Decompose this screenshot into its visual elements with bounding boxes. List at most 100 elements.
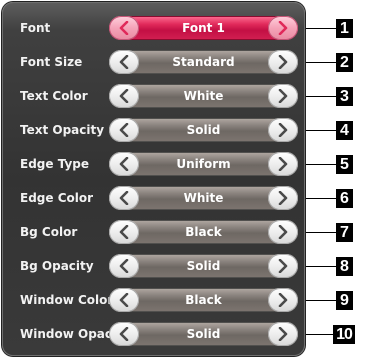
chevron-right-icon	[278, 55, 288, 69]
previous-option-button[interactable]	[109, 288, 139, 312]
callout-leader-line	[306, 334, 336, 335]
callout-number: 5	[336, 155, 353, 174]
chevron-left-icon	[119, 225, 129, 239]
setting-row-bg-opacity: Bg Opacity Solid	[2, 249, 305, 283]
chevron-left-icon	[119, 55, 129, 69]
callout-leader-line	[306, 96, 336, 97]
chevron-left-icon	[119, 123, 129, 137]
chevron-right-icon	[278, 157, 288, 171]
previous-option-button[interactable]	[109, 16, 139, 40]
chevron-left-icon	[119, 327, 129, 341]
setting-row-text-color: Text Color White	[2, 79, 305, 113]
setting-row-edge-color: Edge Color White	[2, 181, 305, 215]
callout-leader-line	[306, 300, 336, 301]
previous-option-button[interactable]	[109, 50, 139, 74]
previous-option-button[interactable]	[109, 322, 139, 346]
setting-label: Edge Color	[20, 191, 94, 205]
callout-leader-line	[306, 62, 336, 63]
chevron-right-icon	[278, 89, 288, 103]
callout-leader-line	[306, 232, 336, 233]
previous-option-button[interactable]	[109, 220, 139, 244]
callout-number: 7	[336, 223, 353, 242]
next-option-button[interactable]	[268, 152, 298, 176]
chevron-right-icon	[278, 21, 288, 35]
window-opacity-selector[interactable]: Solid	[109, 322, 298, 346]
window-color-selector[interactable]: Black	[109, 288, 298, 312]
setting-value: Standard	[172, 55, 235, 69]
next-option-button[interactable]	[268, 16, 298, 40]
setting-value: Uniform	[176, 157, 231, 171]
setting-row-text-opacity: Text Opacity Solid	[2, 113, 305, 147]
chevron-left-icon	[119, 21, 129, 35]
bg-opacity-selector[interactable]: Solid	[109, 254, 298, 278]
next-option-button[interactable]	[268, 220, 298, 244]
chevron-right-icon	[278, 293, 288, 307]
bg-color-selector[interactable]: Black	[109, 220, 298, 244]
chevron-right-icon	[278, 225, 288, 239]
edge-color-selector[interactable]: White	[109, 186, 298, 210]
callout-number: 1	[336, 19, 353, 38]
chevron-left-icon	[119, 293, 129, 307]
caption-settings-panel: Font Font 1 Font Size Standard Text Colo…	[2, 2, 305, 356]
chevron-right-icon	[278, 259, 288, 273]
chevron-right-icon	[278, 123, 288, 137]
chevron-left-icon	[119, 89, 129, 103]
callout-leader-line	[306, 266, 336, 267]
chevron-left-icon	[119, 157, 129, 171]
next-option-button[interactable]	[268, 118, 298, 142]
setting-label: Font	[20, 21, 51, 35]
chevron-right-icon	[278, 327, 288, 341]
callout-leader-line	[306, 130, 336, 131]
setting-value: Font 1	[182, 21, 225, 35]
setting-label: Edge Type	[20, 157, 90, 171]
chevron-left-icon	[119, 259, 129, 273]
next-option-button[interactable]	[268, 50, 298, 74]
setting-row-window-color: Window Color Black	[2, 283, 305, 317]
setting-value: Solid	[186, 259, 221, 273]
next-option-button[interactable]	[268, 288, 298, 312]
font-selector[interactable]: Font 1	[109, 16, 298, 40]
setting-value: Solid	[186, 123, 221, 137]
next-option-button[interactable]	[268, 186, 298, 210]
caption-settings-figure: Font Font 1 Font Size Standard Text Colo…	[0, 0, 377, 359]
previous-option-button[interactable]	[109, 254, 139, 278]
setting-value: White	[183, 89, 224, 103]
setting-row-font-size: Font Size Standard	[2, 45, 305, 79]
edge-type-selector[interactable]: Uniform	[109, 152, 298, 176]
callout-leader-line	[306, 198, 336, 199]
callout-number: 10	[333, 325, 355, 344]
setting-row-bg-color: Bg Color Black	[2, 215, 305, 249]
setting-value: White	[183, 191, 224, 205]
previous-option-button[interactable]	[109, 186, 139, 210]
setting-label: Bg Opacity	[20, 259, 94, 273]
text-opacity-selector[interactable]: Solid	[109, 118, 298, 142]
chevron-left-icon	[119, 191, 129, 205]
callout-leader-line	[306, 28, 336, 29]
next-option-button[interactable]	[268, 84, 298, 108]
setting-label: Text Color	[20, 89, 88, 103]
callout-number: 2	[336, 53, 353, 72]
setting-label: Window Color	[20, 293, 114, 307]
text-color-selector[interactable]: White	[109, 84, 298, 108]
setting-label: Text Opacity	[20, 123, 105, 137]
previous-option-button[interactable]	[109, 118, 139, 142]
setting-row-font: Font Font 1	[2, 11, 305, 45]
callout-number: 3	[336, 87, 353, 106]
setting-value: Solid	[186, 327, 221, 341]
font-size-selector[interactable]: Standard	[109, 50, 298, 74]
setting-value: Black	[185, 225, 222, 239]
setting-row-window-opacity: Window Opacity Solid	[2, 317, 305, 351]
callout-number: 4	[336, 121, 353, 140]
chevron-right-icon	[278, 191, 288, 205]
previous-option-button[interactable]	[109, 84, 139, 108]
callout-number: 8	[336, 257, 353, 276]
next-option-button[interactable]	[268, 322, 298, 346]
callout-leader-line	[306, 164, 336, 165]
callout-number: 9	[336, 291, 353, 310]
setting-value: Black	[185, 293, 222, 307]
callout-number: 6	[336, 189, 353, 208]
previous-option-button[interactable]	[109, 152, 139, 176]
setting-label: Bg Color	[20, 225, 78, 239]
next-option-button[interactable]	[268, 254, 298, 278]
setting-row-edge-type: Edge Type Uniform	[2, 147, 305, 181]
